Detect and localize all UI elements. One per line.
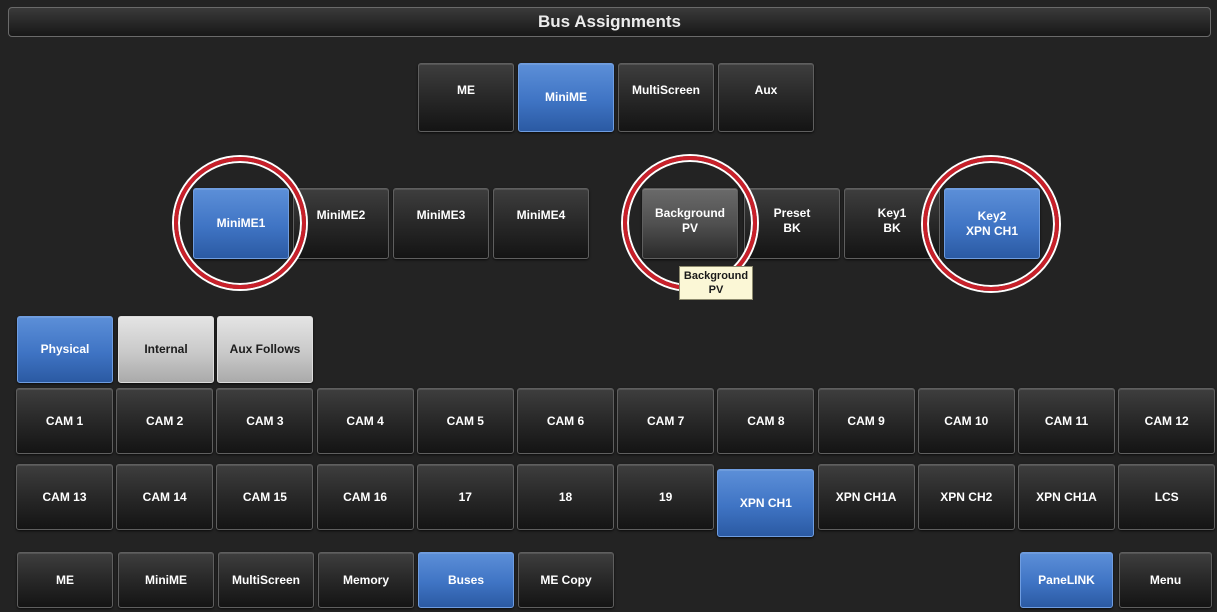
button-label: Aux Follows (229, 342, 301, 356)
source-button-cam-16[interactable]: CAM 16 (316, 464, 414, 530)
tab-label: Aux (754, 83, 778, 97)
button-label: MiniME3 (416, 208, 466, 222)
source-button-cam-12[interactable]: CAM 12 (1118, 388, 1216, 454)
minime1-button[interactable]: MiniME1 (193, 188, 289, 259)
physical-button[interactable]: Physical (17, 316, 113, 383)
source-button-cam-5[interactable]: CAM 5 (416, 388, 514, 454)
source-label: XPN CH2 (940, 489, 993, 504)
source-label: CAM 15 (242, 489, 287, 504)
source-button-cam-2[interactable]: CAM 2 (116, 388, 214, 454)
source-button-19[interactable]: 19 (617, 464, 715, 530)
source-button-cam-1[interactable]: CAM 1 (16, 388, 113, 454)
button-label: MiniME1 (216, 216, 266, 230)
source-button-cam-3[interactable]: CAM 3 (216, 388, 314, 454)
source-button-xpn-ch1a[interactable]: XPN CH1A (1018, 464, 1115, 530)
tab-aux[interactable]: Aux (718, 63, 814, 132)
source-button-cam-4[interactable]: CAM 4 (316, 388, 414, 454)
source-label: CAM 11 (1044, 413, 1089, 428)
button-label: PaneLINK (1038, 572, 1095, 587)
source-label: CAM 16 (343, 489, 388, 504)
button-label: MultiScreen (231, 573, 300, 587)
background-pv-button[interactable]: Background PV (642, 188, 738, 259)
source-label: XPN CH1 (739, 495, 792, 510)
source-label: XPN CH1A (835, 489, 897, 504)
nav-memory-button[interactable]: Memory (318, 552, 414, 608)
source-label: 18 (558, 489, 573, 504)
source-button-cam-7[interactable]: CAM 7 (617, 388, 715, 454)
button-label: Physical (40, 342, 90, 356)
source-label: LCS (1154, 489, 1179, 504)
nav-minime-button[interactable]: MiniME (118, 552, 214, 608)
source-button-cam-9[interactable]: CAM 9 (817, 388, 915, 454)
nav-me-button[interactable]: ME (17, 552, 113, 608)
nav-buses-button[interactable]: Buses (418, 552, 514, 608)
source-label: CAM 14 (142, 489, 187, 504)
key2-xpn-ch1-button[interactable]: Key2 XPN CH1 (944, 188, 1040, 259)
source-button-18[interactable]: 18 (517, 464, 614, 530)
tab-label: ME (457, 83, 475, 97)
button-label: MiniME2 (316, 208, 366, 222)
button-label: MiniME4 (516, 208, 566, 222)
button-label: Buses (447, 572, 485, 587)
source-button-17[interactable]: 17 (416, 464, 514, 530)
tab-multiscreen[interactable]: MultiScreen (618, 63, 714, 132)
nav-me-copy-button[interactable]: ME Copy (518, 552, 614, 608)
tab-label: MiniME (545, 90, 587, 104)
minime4-button[interactable]: MiniME4 (493, 188, 589, 259)
source-button-xpn-ch1a[interactable]: XPN CH1A (817, 464, 915, 530)
button-label: Background PV (654, 206, 725, 235)
tab-minime[interactable]: MiniME (518, 63, 614, 132)
source-label: 17 (458, 489, 472, 504)
tab-me[interactable]: ME (418, 63, 514, 132)
button-label: ME (56, 573, 74, 587)
source-label: CAM 9 (847, 413, 885, 428)
button-label: MiniME (145, 573, 187, 587)
tooltip-text: Background PV (683, 270, 749, 296)
minime2-button[interactable]: MiniME2 (293, 188, 389, 259)
source-button-cam-13[interactable]: CAM 13 (16, 464, 113, 530)
panelink-button[interactable]: PaneLINK (1020, 552, 1113, 608)
source-label: CAM 5 (446, 413, 484, 428)
page-title: Bus Assignments (538, 12, 681, 31)
source-button-cam-8[interactable]: CAM 8 (717, 388, 815, 454)
preset-bk-button[interactable]: Preset BK (744, 188, 840, 259)
tooltip: Background PV (679, 266, 753, 300)
source-label: CAM 4 (346, 413, 384, 428)
source-button-xpn-ch1[interactable]: XPN CH1 (717, 469, 815, 537)
source-button-cam-10[interactable]: CAM 10 (917, 388, 1015, 454)
nav-multiscreen-button[interactable]: MultiScreen (218, 552, 314, 608)
source-button-cam-11[interactable]: CAM 11 (1018, 388, 1115, 454)
button-label: Internal (144, 342, 188, 356)
source-label: CAM 10 (944, 413, 989, 428)
source-label: CAM 7 (647, 413, 685, 428)
button-label: Menu (1149, 573, 1182, 587)
source-label: 19 (659, 489, 673, 504)
menu-button[interactable]: Menu (1119, 552, 1212, 608)
source-label: CAM 2 (146, 413, 184, 428)
source-label: CAM 12 (1144, 413, 1189, 428)
tab-label: MultiScreen (631, 83, 700, 97)
button-label: Key2 XPN CH1 (965, 208, 1018, 238)
source-button-lcs[interactable]: LCS (1118, 464, 1216, 530)
button-label: Memory (342, 573, 389, 587)
source-label: CAM 3 (246, 413, 284, 428)
minime3-button[interactable]: MiniME3 (393, 188, 489, 259)
aux-follows-button[interactable]: Aux Follows (217, 316, 313, 383)
title-bar: Bus Assignments (8, 7, 1211, 37)
source-button-cam-6[interactable]: CAM 6 (517, 388, 614, 454)
source-label: CAM 6 (546, 413, 585, 428)
source-label: CAM 13 (42, 489, 87, 504)
source-button-xpn-ch2[interactable]: XPN CH2 (917, 464, 1015, 530)
source-label: CAM 1 (45, 413, 84, 428)
internal-button[interactable]: Internal (118, 316, 214, 383)
source-button-cam-15[interactable]: CAM 15 (216, 464, 314, 530)
button-label: Preset BK (773, 206, 811, 235)
source-label: CAM 8 (747, 413, 785, 428)
key1-bk-button[interactable]: Key1 BK (844, 188, 940, 259)
source-label: XPN CH1A (1036, 489, 1097, 504)
source-button-cam-14[interactable]: CAM 14 (116, 464, 214, 530)
button-label: ME Copy (540, 573, 592, 587)
button-label: Key1 BK (877, 206, 907, 235)
